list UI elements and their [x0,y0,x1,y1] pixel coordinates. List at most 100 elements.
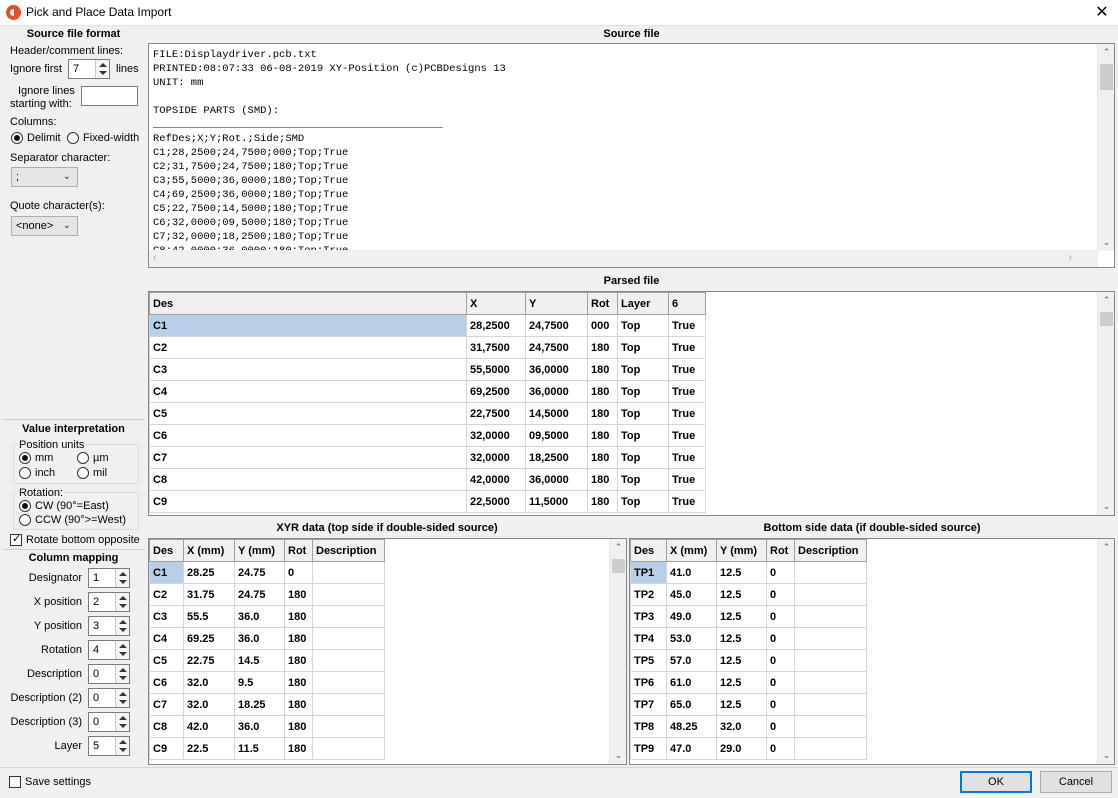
mapping-stepper[interactable]: 5 [88,736,130,756]
table-cell[interactable]: True [668,468,706,491]
table-cell[interactable]: Top [617,314,669,337]
column-header[interactable]: Y (mm) [234,539,285,562]
table-cell[interactable]: 32,0000 [466,446,526,469]
table-cell[interactable]: TP2 [630,583,667,606]
table-cell[interactable]: 41.0 [666,561,717,584]
column-header[interactable]: Des [630,539,667,562]
table-cell[interactable]: 12.5 [716,583,767,606]
table-cell[interactable]: TP5 [630,649,667,672]
table-row[interactable]: C8 42,0000 36,0000 180 Top True [149,468,706,491]
table-cell[interactable]: 36,0000 [525,358,588,381]
table-row[interactable]: C5 22.75 14.5 180 [149,649,385,672]
table-cell[interactable]: 11,5000 [525,490,588,513]
spin-arrows-icon[interactable] [115,713,129,731]
scroll-left-icon[interactable]: ‹ [153,252,156,263]
table-row[interactable]: C4 69.25 36.0 180 [149,627,385,650]
table-cell[interactable]: 0 [766,737,795,760]
table-cell[interactable]: 69.25 [183,627,235,650]
ok-button[interactable]: OK [960,771,1032,793]
table-cell[interactable]: 0 [766,649,795,672]
spin-arrows-icon[interactable] [115,641,129,659]
delimit-radio[interactable] [11,132,23,144]
table-cell[interactable]: 180 [284,715,313,738]
table-cell[interactable]: 0 [766,671,795,694]
column-header[interactable]: Layer [617,292,669,315]
table-cell[interactable]: 9.5 [234,671,285,694]
table-cell[interactable]: 47.0 [666,737,717,760]
table-cell[interactable]: TP4 [630,627,667,650]
table-row[interactable]: TP5 57.0 12.5 0 [630,649,867,672]
xyr-top-grid[interactable]: Des X (mm) Y (mm) Rot Description C1 28.25 24.… [148,538,627,765]
spin-arrows-icon[interactable] [95,60,109,78]
table-row[interactable]: C7 32.0 18.25 180 [149,693,385,716]
table-row[interactable]: C9 22,5000 11,5000 180 Top True [149,490,706,513]
xyr-top-table[interactable]: Des X (mm) Y (mm) Rot Description C1 28.25 24.… [149,539,385,760]
table-cell[interactable]: Top [617,402,669,425]
parsed-table[interactable]: Des X Y Rot Layer 6 C1 28,2500 24,7500 000 Top Tru… [149,292,706,513]
column-header[interactable]: Y (mm) [716,539,767,562]
table-cell[interactable]: 55.5 [183,605,235,628]
table-cell[interactable]: 180 [284,671,313,694]
spin-arrows-icon[interactable] [115,689,129,707]
table-cell[interactable]: 36.0 [234,627,285,650]
scroll-down-icon[interactable]: ⌄ [1098,234,1114,251]
table-cell[interactable]: 49.0 [666,605,717,628]
scroll-down-icon[interactable]: ⌄ [1098,747,1114,764]
mapping-stepper[interactable]: 3 [88,616,130,636]
table-cell[interactable]: 14,5000 [525,402,588,425]
table-row[interactable]: C2 31.75 24.75 180 [149,583,385,606]
table-row[interactable]: TP9 47.0 29.0 0 [630,737,867,760]
scroll-up-icon[interactable]: ⌃ [1098,44,1114,61]
table-row[interactable]: TP1 41.0 12.5 0 [630,561,867,584]
scroll-up-icon[interactable]: ⌃ [1098,539,1114,556]
table-cell[interactable]: C5 [149,649,184,672]
table-cell[interactable] [312,649,385,672]
table-cell[interactable]: 12.5 [716,693,767,716]
table-cell[interactable]: 31.75 [183,583,235,606]
table-cell[interactable]: 32,0000 [466,424,526,447]
table-row[interactable]: C8 42.0 36.0 180 [149,715,385,738]
table-cell[interactable]: 180 [587,468,618,491]
table-row[interactable]: C3 55.5 36.0 180 [149,605,385,628]
table-cell[interactable]: 0 [766,627,795,650]
table-cell[interactable]: 24,7500 [525,314,588,337]
table-cell[interactable]: 12.5 [716,649,767,672]
rotate-bottom-checkbox[interactable] [10,532,22,546]
source-horizontal-scrollbar[interactable]: ‹ › [149,250,1098,267]
table-cell[interactable] [312,737,385,760]
table-cell[interactable]: 29.0 [716,737,767,760]
table-cell[interactable]: 180 [587,358,618,381]
table-cell[interactable]: True [668,380,706,403]
table-cell[interactable]: Top [617,424,669,447]
table-cell[interactable]: C9 [149,490,467,513]
table-cell[interactable]: Top [617,380,669,403]
parsed-file-grid[interactable]: Des X Y Rot Layer 6 C1 28,2500 24,7500 000 Top Tru… [148,291,1115,516]
table-cell[interactable]: C2 [149,336,467,359]
table-row[interactable]: TP2 45.0 12.5 0 [630,583,867,606]
table-cell[interactable]: 180 [587,424,618,447]
mapping-stepper[interactable]: 0 [88,712,130,732]
table-cell[interactable]: C3 [149,605,184,628]
table-cell[interactable]: 22.75 [183,649,235,672]
table-cell[interactable]: C7 [149,693,184,716]
scroll-thumb[interactable] [612,559,625,573]
table-cell[interactable]: 32.0 [716,715,767,738]
table-cell[interactable]: 45.0 [666,583,717,606]
table-cell[interactable]: 180 [587,446,618,469]
parsed-vertical-scrollbar[interactable]: ⌃ ⌄ [1097,292,1114,515]
table-cell[interactable]: C6 [149,671,184,694]
source-vertical-scrollbar[interactable]: ⌃ ⌄ [1097,44,1114,251]
scroll-down-icon[interactable]: ⌄ [610,747,626,764]
table-row[interactable]: TP6 61.0 12.5 0 [630,671,867,694]
table-cell[interactable]: 0 [766,715,795,738]
table-cell[interactable] [794,561,867,584]
table-cell[interactable]: 180 [284,627,313,650]
table-row[interactable]: C2 31,7500 24,7500 180 Top True [149,336,706,359]
table-cell[interactable]: 180 [587,402,618,425]
table-cell[interactable] [794,737,867,760]
table-row[interactable]: TP8 48.25 32.0 0 [630,715,867,738]
mapping-stepper[interactable]: 0 [88,688,130,708]
table-cell[interactable] [794,715,867,738]
table-cell[interactable]: 28.25 [183,561,235,584]
column-header[interactable]: Y [525,292,588,315]
